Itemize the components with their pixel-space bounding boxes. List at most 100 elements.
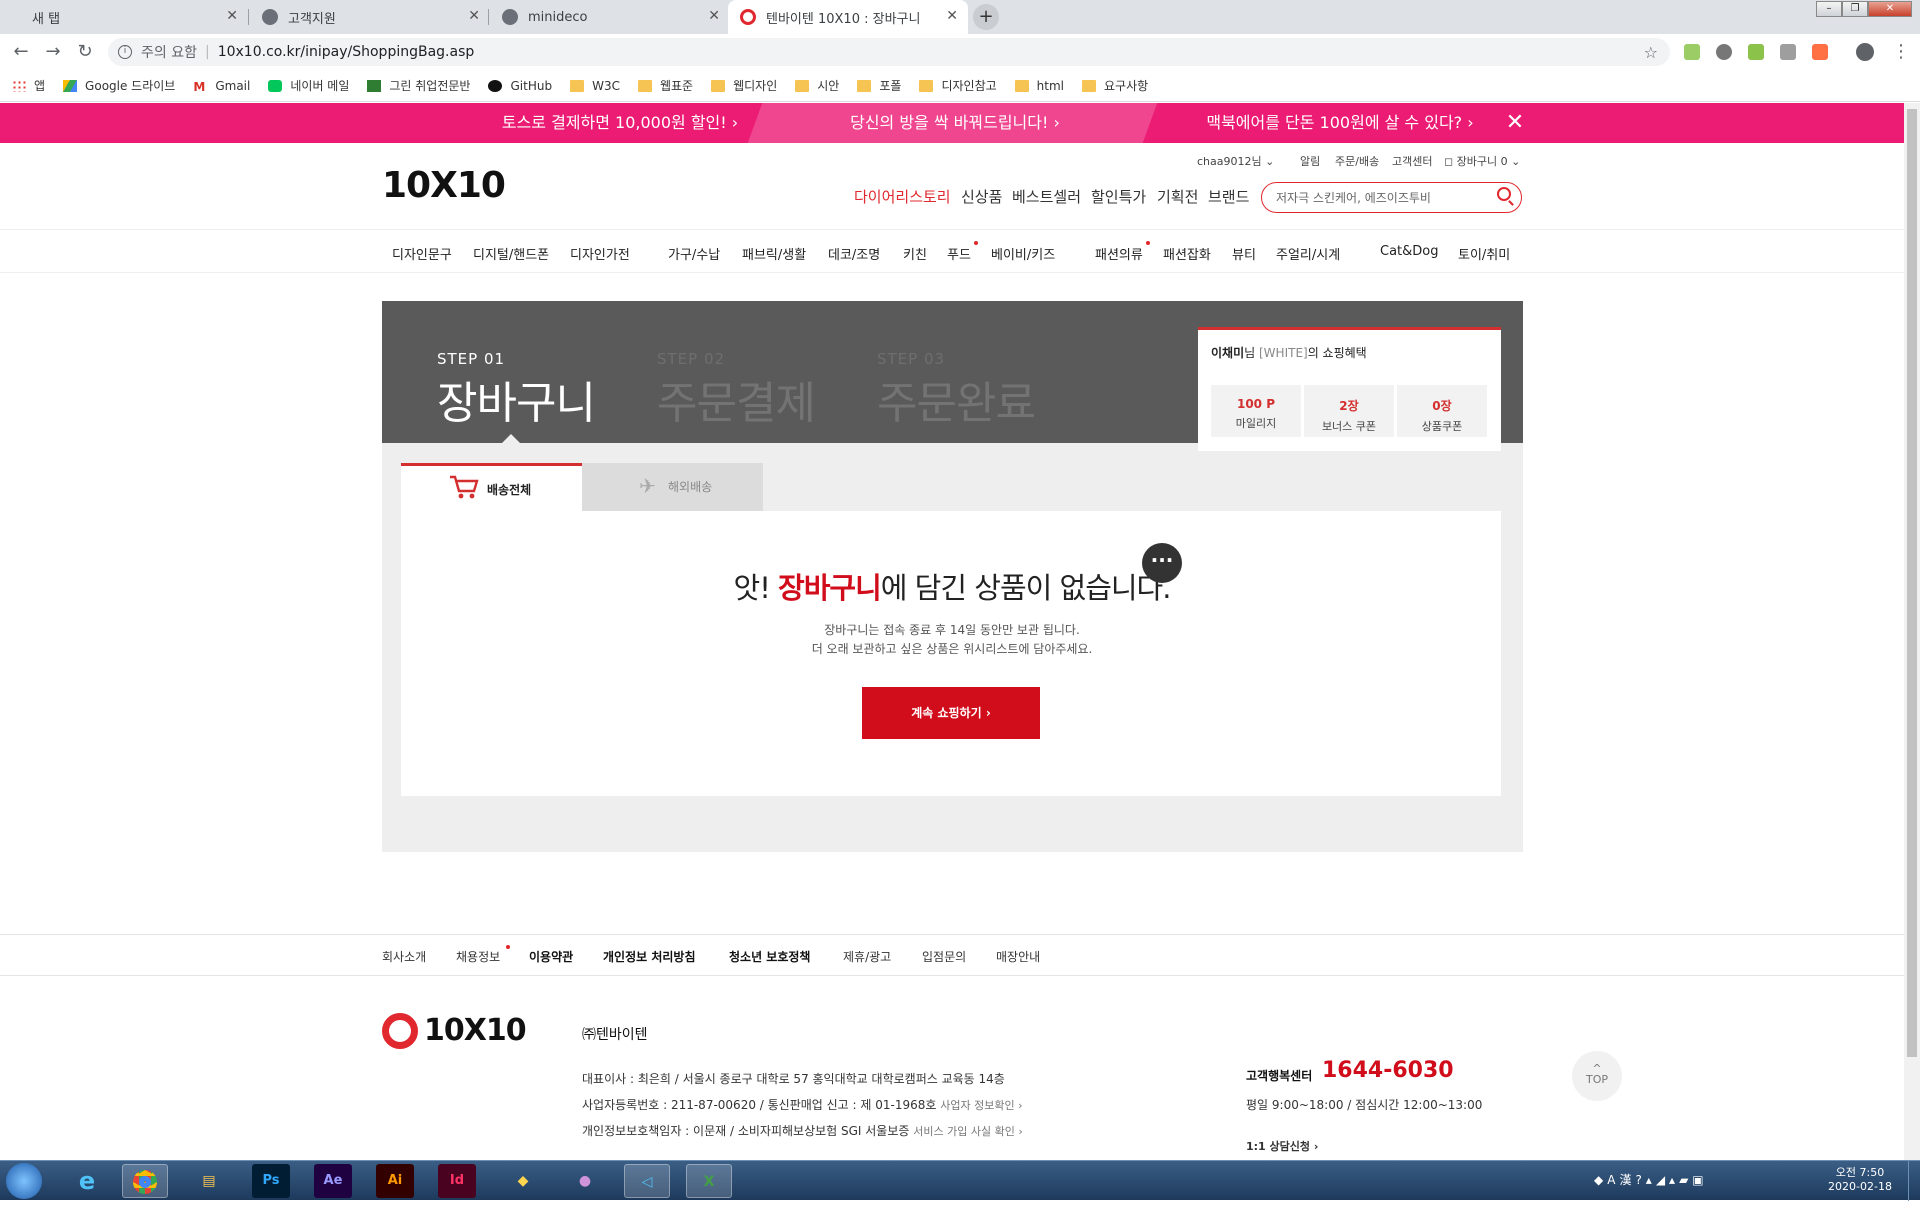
page-scrollbar[interactable]	[1904, 103, 1920, 1160]
promo-macbook-link[interactable]: 맥북에어를 단돈 100원에 살 수 있다? ›	[1150, 103, 1530, 143]
bookmark-star-icon[interactable]: ☆	[1644, 43, 1658, 62]
menu-dots-icon[interactable]: ⋮	[1890, 41, 1912, 63]
bookmark-apps[interactable]: 앱	[12, 77, 45, 94]
business-info-link[interactable]: 사업자 정보확인 ›	[940, 1099, 1022, 1112]
nav-brand[interactable]: 브랜드	[1208, 186, 1249, 207]
customer-center-link[interactable]: 고객센터	[1392, 153, 1432, 169]
category-item[interactable]: 패브릭/생활	[742, 244, 806, 263]
category-item[interactable]: 패션의류	[1095, 244, 1143, 263]
forward-arrow-icon[interactable]: →	[42, 41, 64, 63]
category-item[interactable]: 디자인가전	[570, 244, 630, 263]
browser-tab[interactable]: 새 탭 ✕	[8, 0, 248, 34]
category-item[interactable]: 가구/수납	[668, 244, 720, 263]
cs-chat-link[interactable]: 1:1 상담신청 ›	[1246, 1138, 1318, 1154]
mileage-cell[interactable]: 100 P 마일리지	[1211, 385, 1301, 437]
back-arrow-icon[interactable]: ←	[10, 41, 32, 63]
footer-link[interactable]: 채용정보	[456, 948, 500, 965]
bookmark-folder[interactable]: W3C	[570, 79, 620, 93]
maximize-button[interactable]: ❐	[1842, 1, 1868, 17]
nav-new[interactable]: 신상품	[961, 186, 1002, 207]
category-item[interactable]: 토이/취미	[1458, 244, 1510, 263]
search-input[interactable]: 저자극 스킨케어, 에즈이즈투비	[1261, 182, 1522, 213]
category-item[interactable]: 디자인문구	[392, 244, 452, 263]
cs-phone[interactable]: 1644-6030	[1322, 1058, 1454, 1083]
file-explorer-icon[interactable]: ▤	[186, 1164, 232, 1198]
extension-icon[interactable]	[1716, 44, 1732, 60]
new-tab-button[interactable]: +	[973, 4, 999, 30]
scrollbar-thumb[interactable]	[1907, 109, 1917, 1057]
browser-tab-active[interactable]: 텐바이텐 10X10 : 장바구니 ✕	[728, 0, 968, 34]
nav-exhibition[interactable]: 기획전	[1157, 186, 1198, 207]
reload-icon[interactable]: ↻	[74, 41, 96, 63]
bookmark-naver-mail[interactable]: 네이버 메일	[268, 77, 349, 94]
promo-close-icon[interactable]: ✕	[1500, 103, 1530, 143]
bookmark-folder[interactable]: 포폴	[857, 77, 901, 94]
tab-close-icon[interactable]: ✕	[946, 8, 958, 24]
footer-link[interactable]: 입점문의	[922, 948, 966, 965]
bookmark-folder[interactable]: 디자인참고	[919, 77, 997, 94]
product-coupon-cell[interactable]: 0장 상품쿠폰	[1397, 385, 1487, 437]
nav-diary-story[interactable]: 다이어리스토리	[854, 186, 951, 207]
browser-tab[interactable]: 고객지원 ✕	[250, 0, 490, 34]
footer-link[interactable]: 청소년 보호정책	[729, 948, 810, 965]
footer-link[interactable]: 이용약관	[529, 948, 573, 965]
tab-close-icon[interactable]: ✕	[708, 8, 720, 24]
bookmark-folder[interactable]: 웹표준	[637, 77, 693, 94]
footer-logo[interactable]: 10X10	[424, 1013, 527, 1048]
user-menu[interactable]: chaa9012님 ⌄	[1197, 153, 1274, 169]
taskbar-clock[interactable]: 오전 7:50 2020-02-18	[1820, 1164, 1900, 1193]
service-check-link[interactable]: 서비스 가입 사실 확인 ›	[913, 1125, 1022, 1138]
extension-icon[interactable]	[1684, 44, 1700, 60]
vscode-icon[interactable]: ◁	[624, 1164, 670, 1198]
extension-icon[interactable]	[1748, 44, 1764, 60]
category-item[interactable]: 키친	[903, 244, 927, 263]
bookmark-github[interactable]: GitHub	[488, 79, 552, 93]
footer-link[interactable]: 매장안내	[996, 948, 1040, 965]
category-item[interactable]: 푸드	[947, 244, 971, 263]
promo-room-link[interactable]: 당신의 방을 싹 바꿔드립니다! ›	[760, 103, 1150, 143]
category-item[interactable]: 뷰티	[1232, 244, 1256, 263]
address-bar[interactable]: i 주의 요함 | 10x10.co.kr/inipay/ShoppingBag…	[108, 38, 1670, 66]
browser-tab[interactable]: minideco ✕	[490, 0, 730, 34]
bookmark-green[interactable]: 그린 취업전문반	[367, 77, 470, 94]
continue-shopping-button[interactable]: 계속 쇼핑하기 ›	[862, 687, 1040, 739]
tab-overseas-delivery[interactable]: ✈ 해외배송	[582, 463, 763, 511]
after-effects-icon[interactable]: Ae	[314, 1164, 352, 1198]
footer-link[interactable]: 개인정보 처리방침	[603, 948, 696, 965]
search-icon[interactable]	[1497, 187, 1511, 201]
minimize-button[interactable]: –	[1816, 1, 1842, 17]
camera-icon[interactable]	[1780, 44, 1796, 60]
bookmark-folder[interactable]: 시안	[795, 77, 839, 94]
alarm-link[interactable]: 알림	[1300, 153, 1320, 169]
system-tray-icons[interactable]: ◆A漢?▴◢▴▰▣	[1594, 1171, 1764, 1191]
excel-icon[interactable]: X	[686, 1164, 732, 1198]
tab-close-icon[interactable]: ✕	[468, 8, 480, 24]
footer-link[interactable]: 제휴/광고	[843, 948, 891, 965]
show-desktop-button[interactable]	[1908, 1161, 1920, 1201]
chrome-taskbar-button[interactable]	[122, 1164, 168, 1198]
bookmark-folder[interactable]: html	[1014, 79, 1064, 93]
url-text[interactable]: 10x10.co.kr/inipay/ShoppingBag.asp	[218, 44, 475, 60]
footer-link[interactable]: 회사소개	[382, 948, 426, 965]
tab-close-icon[interactable]: ✕	[226, 8, 238, 24]
windows-start-icon[interactable]	[6, 1163, 42, 1199]
tab-all-delivery[interactable]: 배송전체	[401, 463, 582, 511]
extension-icon[interactable]	[1812, 44, 1828, 60]
illustrator-icon[interactable]: Ai	[376, 1164, 414, 1198]
category-item[interactable]: 패션잡화	[1163, 244, 1211, 263]
close-window-button[interactable]: ✕	[1868, 1, 1912, 17]
bookmark-gmail[interactable]: M Gmail	[193, 79, 250, 94]
bonus-coupon-cell[interactable]: 2장 보너스 쿠폰	[1304, 385, 1394, 437]
category-item[interactable]: 디지털/핸드폰	[473, 244, 549, 263]
nav-best[interactable]: 베스트셀러	[1012, 186, 1081, 207]
indesign-icon[interactable]: Id	[438, 1164, 476, 1198]
profile-avatar-icon[interactable]	[1856, 43, 1874, 61]
scroll-top-button[interactable]: ^ TOP	[1572, 1051, 1622, 1101]
bookmark-folder[interactable]: 요구사항	[1082, 77, 1148, 94]
bookmark-google-drive[interactable]: Google 드라이브	[63, 77, 175, 94]
category-item[interactable]: Cat&Dog	[1380, 244, 1439, 259]
order-delivery-link[interactable]: 주문/배송	[1335, 153, 1379, 169]
photoshop-icon[interactable]: Ps	[252, 1164, 290, 1198]
bookmark-folder[interactable]: 웹디자인	[711, 77, 777, 94]
category-item[interactable]: 데코/조명	[828, 244, 880, 263]
